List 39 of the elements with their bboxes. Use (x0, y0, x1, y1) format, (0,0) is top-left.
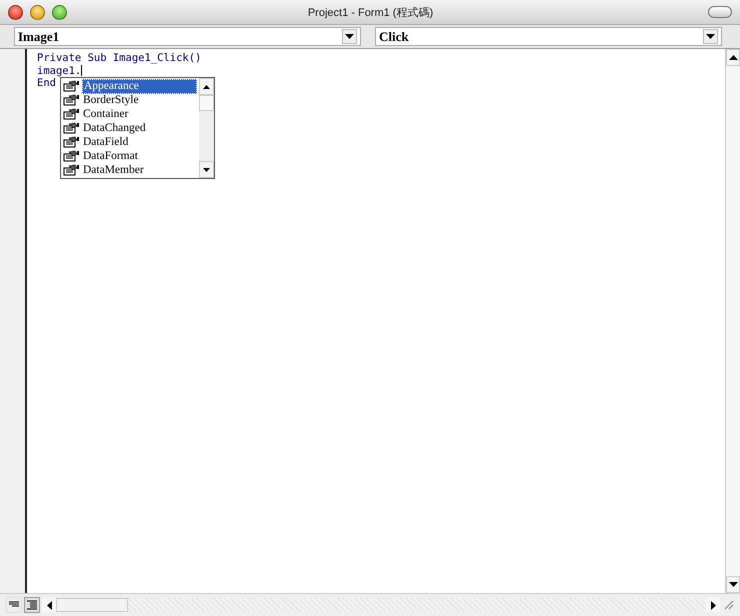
property-icon (63, 122, 79, 134)
autocomplete-item[interactable]: DataChanged (61, 121, 199, 135)
scrollbar[interactable] (199, 78, 214, 178)
property-icon (63, 150, 79, 162)
full-module-view-button[interactable] (24, 597, 40, 613)
code-line: Private Sub Image1_Click() (37, 52, 202, 64)
zoom-button[interactable] (52, 4, 67, 20)
resize-grip-icon[interactable] (722, 598, 736, 612)
vertical-scrollbar[interactable] (725, 49, 740, 593)
down-arrow-icon[interactable] (728, 582, 738, 587)
object-dropdown[interactable]: Image1 (14, 27, 361, 46)
scroll-thumb[interactable] (56, 598, 128, 612)
property-icon (63, 136, 79, 148)
autocomplete-item[interactable]: DataMember (61, 163, 199, 177)
close-button[interactable] (8, 4, 23, 20)
up-arrow-icon[interactable] (203, 84, 210, 88)
right-arrow-icon[interactable] (710, 600, 716, 610)
procedure-dropdown[interactable]: Click (375, 27, 722, 46)
window-title: Project1 - Form1 (程式碼) (306, 6, 434, 20)
property-icon (63, 80, 79, 92)
property-icon (63, 94, 79, 106)
left-arrow-icon[interactable] (46, 600, 52, 610)
lines-icon (26, 600, 38, 610)
autocomplete-item[interactable]: DataField (61, 135, 199, 149)
up-arrow-icon[interactable] (728, 55, 738, 60)
autocomplete-item[interactable]: Container (61, 107, 199, 121)
property-icon (63, 164, 79, 176)
minimize-button[interactable] (30, 4, 45, 20)
text-cursor (81, 65, 82, 76)
toolbar-toggle-button[interactable] (708, 6, 732, 18)
procedure-view-button[interactable] (6, 597, 22, 613)
property-icon (63, 108, 79, 120)
code-line: End (37, 77, 56, 90)
scroll-thumb[interactable] (199, 95, 214, 111)
autocomplete-item[interactable]: DataFormat (61, 149, 199, 163)
code-line: image1. (37, 64, 82, 77)
horizontal-scrollbar[interactable] (42, 598, 720, 612)
autocomplete-item[interactable]: BorderStyle (61, 93, 199, 107)
down-arrow-icon[interactable] (203, 168, 210, 172)
